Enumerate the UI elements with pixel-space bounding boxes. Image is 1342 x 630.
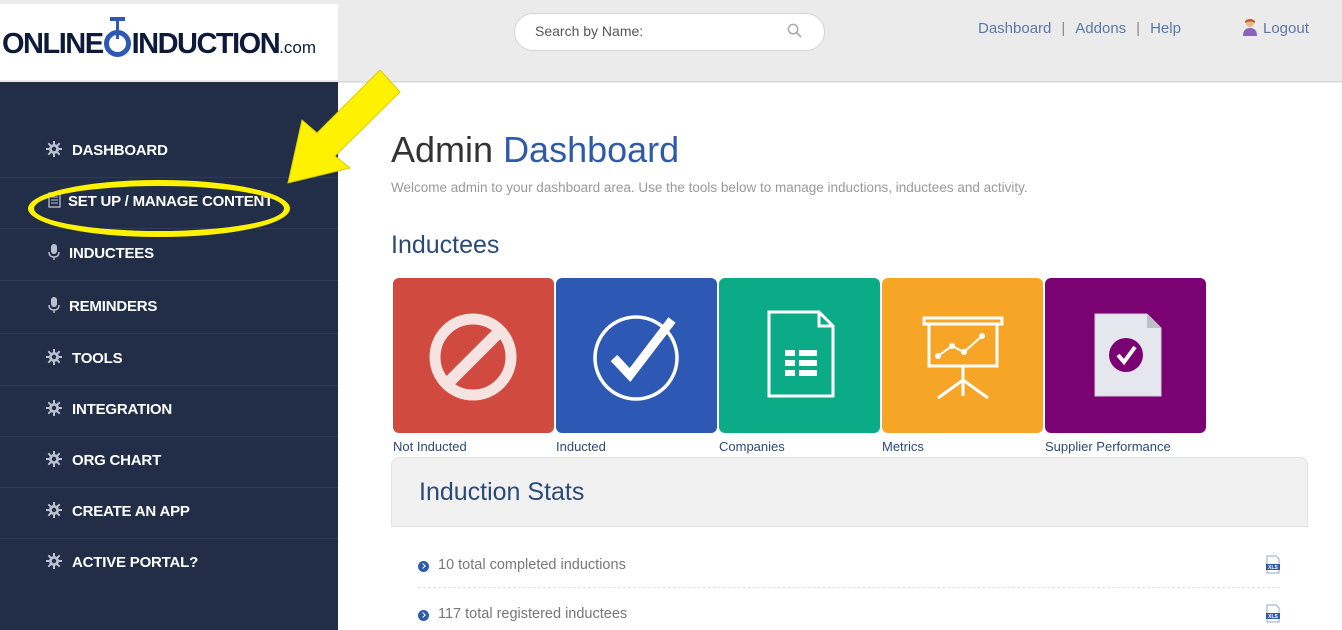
tile-label-companies[interactable]: Companies <box>719 439 785 454</box>
tile-label-inducted[interactable]: Inducted <box>556 439 606 454</box>
sidebar-item-inductees[interactable]: INDUCTEES <box>0 230 338 281</box>
top-header: Dashboard | Addons | Help Logout <box>338 0 1342 82</box>
prohibited-icon <box>429 313 517 401</box>
search-icon[interactable] <box>787 23 802 38</box>
inductees-heading: Inductees <box>391 231 500 259</box>
sidebar-item-label: SET UP / MANAGE CONTENT <box>68 193 274 210</box>
welcome-text: Welcome admin to your dashboard area. Us… <box>391 180 1028 195</box>
search-box[interactable] <box>514 13 825 51</box>
tile-label-supplier-performance[interactable]: Supplier Performance <box>1045 439 1171 454</box>
xls-file-icon[interactable] <box>1266 555 1280 574</box>
gear-icon <box>45 501 63 519</box>
search-input[interactable] <box>535 23 775 39</box>
induction-stats-panel: Induction Stats <box>391 457 1308 527</box>
sidebar-item-integration[interactable]: INTEGRATION <box>0 386 338 437</box>
stat-text: 117 total registered inductees <box>438 606 628 622</box>
tile-supplier-performance[interactable] <box>1045 278 1206 433</box>
logo: ONLINE INDUCTION.com <box>2 17 317 60</box>
document-list-icon <box>767 310 835 398</box>
presentation-chart-icon <box>922 316 1004 400</box>
logout-link[interactable]: Logout <box>1243 18 1309 37</box>
main-content: Admin Dashboard Welcome admin to your da… <box>338 83 1342 630</box>
document-icon <box>48 192 61 208</box>
sidebar-item-label: REMINDERS <box>69 298 158 315</box>
logout-label: Logout <box>1263 20 1309 37</box>
tile-label-not-inducted[interactable]: Not Inducted <box>393 439 467 454</box>
logo-o-icon <box>103 17 131 57</box>
checkmark-circle-icon <box>593 315 679 401</box>
sidebar-item-label: TOOLS <box>72 350 123 367</box>
gear-icon <box>45 140 63 158</box>
gear-icon <box>45 348 63 366</box>
nav-separator: | <box>1061 20 1066 37</box>
logo-container[interactable]: ONLINE INDUCTION.com <box>0 4 338 80</box>
sidebar-item-setup-manage-content[interactable]: SET UP / MANAGE CONTENT <box>0 178 338 229</box>
stat-row: 117 total registered inductees <box>418 592 1280 630</box>
tile-metrics[interactable] <box>882 278 1043 433</box>
microphone-icon <box>45 243 63 261</box>
stat-text: 10 total completed inductions <box>438 557 626 573</box>
induction-stats-heading: Induction Stats <box>419 478 585 506</box>
sidebar-item-label: ACTIVE PORTAL? <box>72 554 199 571</box>
sidebar-item-active-portal[interactable]: ACTIVE PORTAL? <box>0 539 338 590</box>
sidebar-item-reminders[interactable]: REMINDERS <box>0 283 338 334</box>
sidebar-item-label: INDUCTEES <box>69 245 154 262</box>
tile-label-metrics[interactable]: Metrics <box>882 439 924 454</box>
chevron-circle-icon <box>418 610 429 621</box>
sidebar-item-label: DASHBOARD <box>72 142 168 159</box>
document-check-icon <box>1094 313 1162 397</box>
microphone-icon <box>45 296 63 314</box>
gear-icon <box>45 399 63 417</box>
tile-inducted[interactable] <box>556 278 717 433</box>
nav-dashboard-link[interactable]: Dashboard <box>978 20 1051 37</box>
chevron-circle-icon <box>418 561 429 572</box>
sidebar-item-tools[interactable]: TOOLS <box>0 335 338 386</box>
sidebar-item-label: CREATE AN APP <box>72 503 190 520</box>
sidebar-item-label: ORG CHART <box>72 452 162 469</box>
gear-icon <box>45 552 63 570</box>
top-nav: Dashboard | Addons | Help <box>978 20 1181 37</box>
user-icon <box>1243 19 1257 36</box>
nav-addons-link[interactable]: Addons <box>1075 20 1126 37</box>
page-title: Admin Dashboard <box>391 129 680 170</box>
gear-icon <box>45 450 63 468</box>
sidebar-item-label: INTEGRATION <box>72 401 173 418</box>
sidebar: DASHBOARD SET UP / MANAGE CONTENT INDUCT… <box>0 82 338 630</box>
nav-separator: | <box>1136 20 1141 37</box>
tile-not-inducted[interactable] <box>393 278 554 433</box>
sidebar-item-dashboard[interactable]: DASHBOARD <box>0 127 338 178</box>
xls-file-icon[interactable] <box>1266 604 1280 623</box>
sidebar-item-create-an-app[interactable]: CREATE AN APP <box>0 488 338 539</box>
sidebar-item-org-chart[interactable]: ORG CHART <box>0 437 338 488</box>
tile-companies[interactable] <box>719 278 880 433</box>
nav-help-link[interactable]: Help <box>1150 20 1181 37</box>
stat-row: 10 total completed inductions <box>418 543 1280 588</box>
